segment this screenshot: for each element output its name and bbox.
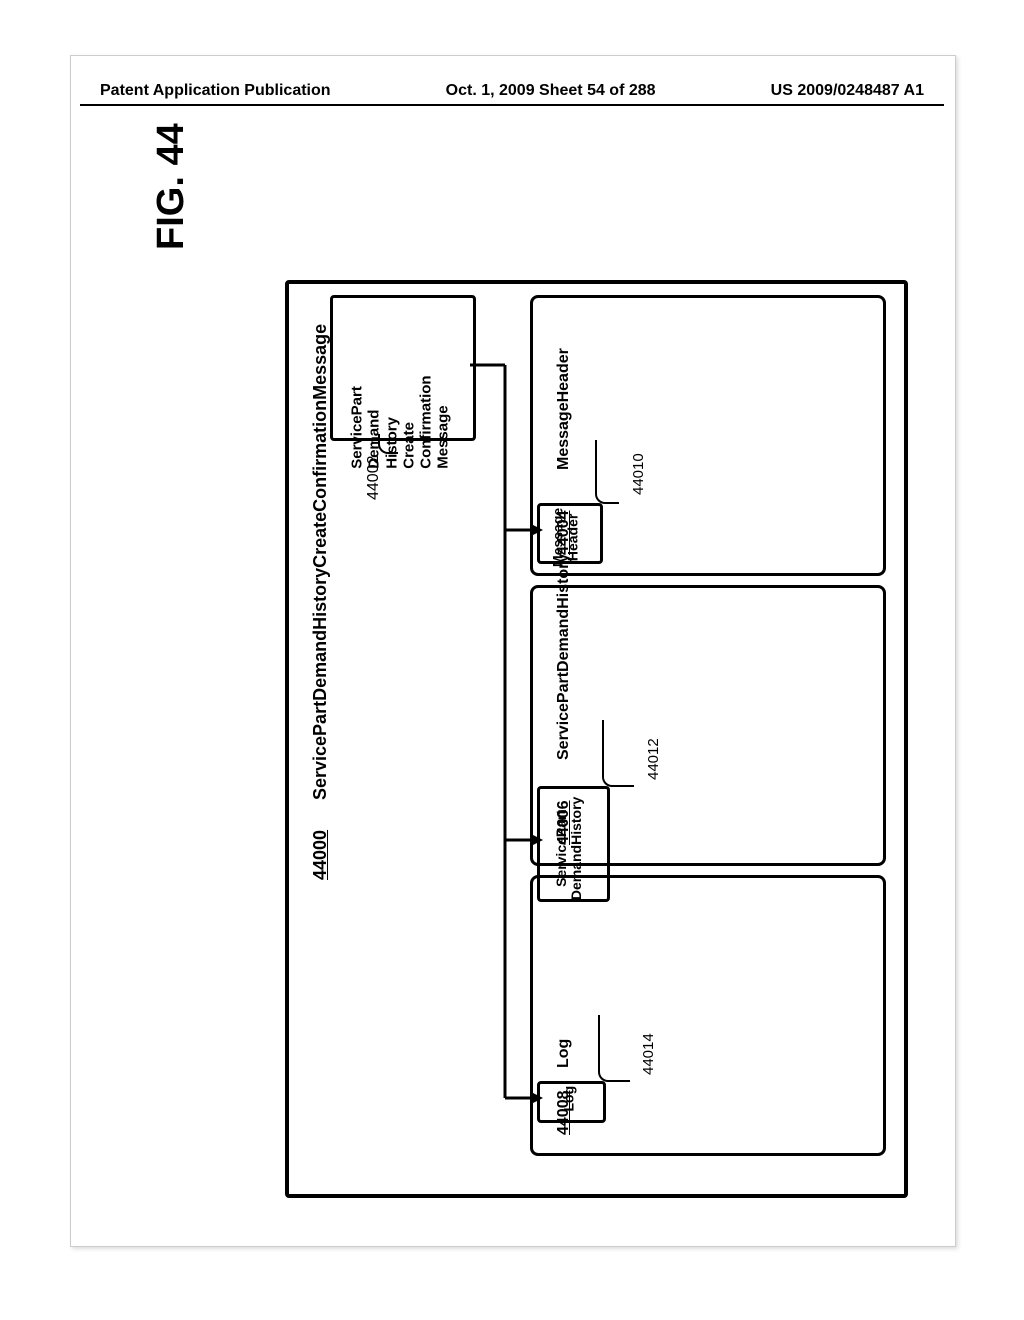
- root-ref: 44002: [365, 456, 383, 501]
- header-right: US 2009/0248487 A1: [771, 82, 924, 100]
- child-ref-c: 44014: [640, 1033, 657, 1075]
- panel-b-title: ServicePartDemandHistory: [555, 554, 573, 760]
- header-left: Patent Application Publication: [100, 82, 331, 100]
- header-center: Oct. 1, 2009 Sheet 54 of 288: [446, 82, 656, 100]
- page-header: Patent Application Publication Oct. 1, 2…: [0, 82, 1024, 100]
- panel-c-title: Log: [555, 1039, 573, 1068]
- figure-label: FIG. 44: [150, 123, 193, 250]
- child-ref-b: 44012: [645, 738, 662, 780]
- panel-a-title: MessageHeader: [555, 348, 573, 470]
- root-message-text: ServicePart Demand History Create Confir…: [348, 339, 452, 469]
- child-ref-a: 44010: [630, 453, 647, 495]
- lead-b: [602, 720, 634, 787]
- header-rule: [80, 104, 944, 106]
- outer-ref: 44000: [310, 830, 331, 880]
- outer-title: ServicePartDemandHistoryCreateConfirmati…: [310, 324, 331, 800]
- root-ref-lead: [378, 434, 398, 454]
- lead-a: [595, 440, 619, 504]
- lead-c: [598, 1015, 630, 1082]
- child-text-c: Log: [561, 1084, 576, 1114]
